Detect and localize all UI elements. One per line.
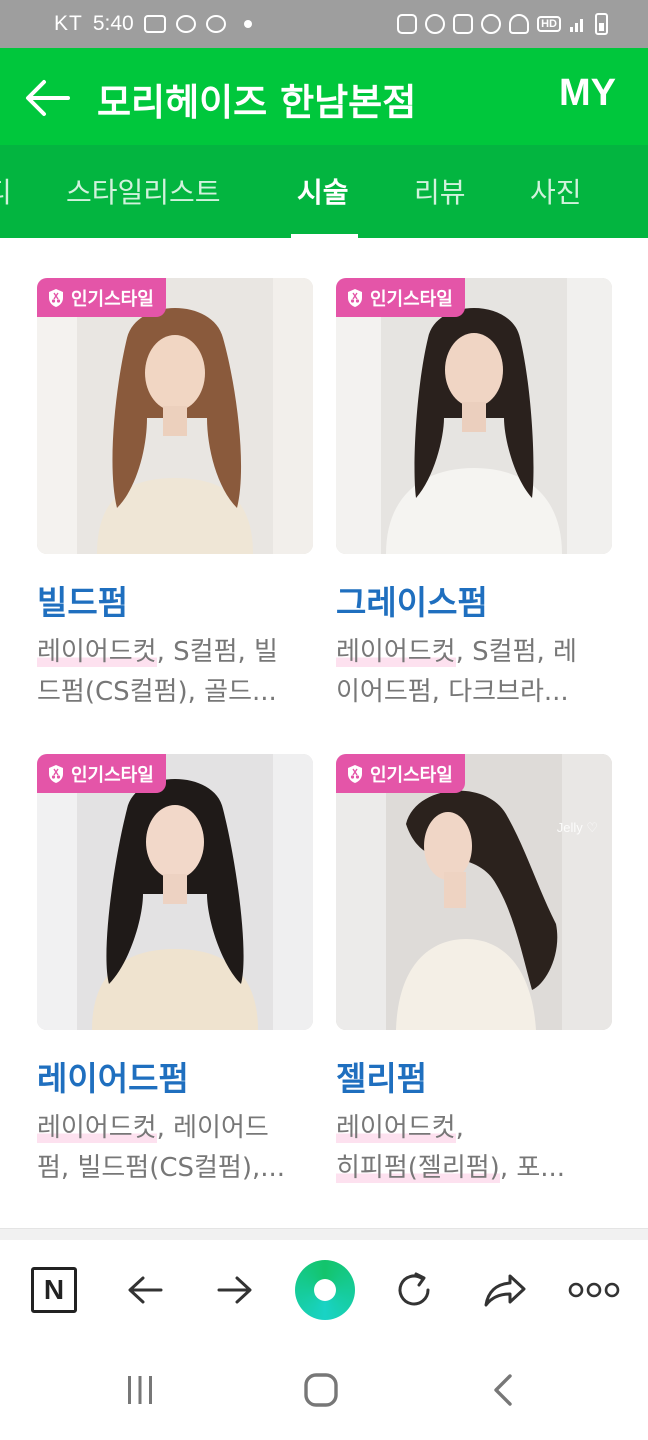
tag-text: 이어드펌, 다크브라... <box>336 677 569 707</box>
badge-label: 인기스타일 <box>71 288 154 310</box>
arrow-left-icon <box>26 80 70 116</box>
highlighted-tag: 레이어드컷 <box>37 1113 157 1143</box>
wifi-icon <box>509 14 530 34</box>
style-photo-illustration <box>336 754 612 1030</box>
scissors-shield-icon <box>49 764 63 783</box>
tag-text: 펌, 빌드펌(CS컬펌),... <box>37 1153 286 1183</box>
tag-text: , 레이어드 <box>156 1113 269 1143</box>
recent-apps-button[interactable] <box>120 1370 160 1410</box>
tag-text: 드펌(CS컬펌), 골드... <box>37 677 277 707</box>
arrow-right-icon <box>217 1276 252 1304</box>
style-photo-illustration <box>37 278 313 554</box>
section-divider <box>0 1228 648 1240</box>
browser-back-button[interactable] <box>117 1262 173 1318</box>
style-title[interactable]: 레이어드펌 <box>37 1052 313 1100</box>
style-photo-illustration <box>336 278 612 554</box>
talk-notification-icon <box>175 15 196 33</box>
status-bar: KT 5:40 HD <box>0 0 648 48</box>
tab-partial[interactable]: 디 <box>0 171 12 211</box>
home-icon <box>304 1373 338 1407</box>
style-title[interactable]: 젤리펌 <box>336 1052 612 1100</box>
badge-label: 인기스타일 <box>71 764 154 786</box>
battery-icon <box>595 13 608 35</box>
arrow-left-icon <box>128 1276 163 1304</box>
page-title: 모리헤이즈 한남본점 <box>97 81 417 124</box>
style-tags: 레이어드컷, S컬펌, 빌 드펌(CS컬펌), 골드... <box>37 632 313 712</box>
hd-voice-icon: HD <box>537 16 561 32</box>
green-dot-button[interactable] <box>294 1259 356 1321</box>
style-card[interactable]: 인기스타일 Jelly ♡ 젤리펌 레이어드컷, 히피펌(젤리펌), 포... <box>336 754 612 1188</box>
cup-notification-icon <box>205 15 226 33</box>
style-photo[interactable]: 인기스타일 <box>336 278 612 554</box>
my-button[interactable]: MY <box>559 72 616 115</box>
style-title[interactable]: 그레이스펌 <box>336 576 612 624</box>
naver-home-button[interactable]: N <box>26 1262 82 1318</box>
popular-style-badge: 인기스타일 <box>37 278 166 317</box>
popular-style-badge: 인기스타일 <box>37 754 166 793</box>
scissors-shield-icon <box>348 764 362 783</box>
recent-apps-icon <box>128 1376 152 1404</box>
mute-icon <box>453 14 474 34</box>
tag-text: , 포... <box>499 1153 566 1183</box>
style-title[interactable]: 빌드펌 <box>37 576 313 624</box>
scissors-shield-icon <box>49 288 63 307</box>
signal-icon <box>570 19 583 32</box>
photo-watermark: Jelly ♡ <box>556 820 598 835</box>
tag-text: , S컬펌, 빌 <box>156 637 278 667</box>
highlighted-tag: 레이어드컷 <box>336 1113 456 1143</box>
share-button[interactable] <box>477 1262 533 1318</box>
browser-forward-button[interactable] <box>207 1262 263 1318</box>
browser-toolbar: N <box>0 1240 648 1340</box>
home-button[interactable] <box>301 1370 341 1410</box>
tab-bar: 디 스타일리스트 시술 리뷰 사진 <box>0 145 648 238</box>
badge-label: 인기스타일 <box>370 288 453 310</box>
clock: 5:40 <box>92 12 134 35</box>
status-bar-right: HD <box>397 0 608 48</box>
gallery-notification-icon <box>143 15 166 33</box>
green-orb-icon <box>295 1260 355 1320</box>
refresh-button[interactable] <box>386 1262 442 1318</box>
tag-text: , S컬펌, 레 <box>455 637 577 667</box>
naver-n-icon: N <box>31 1267 77 1313</box>
scissors-shield-icon <box>348 288 362 307</box>
style-photo[interactable]: 인기스타일 <box>37 754 313 1030</box>
system-back-button[interactable] <box>484 1370 524 1410</box>
alarm-icon <box>425 14 446 34</box>
back-button[interactable] <box>22 72 74 124</box>
style-card[interactable]: 인기스타일 빌드펌 레이어드컷, S컬펌, 빌 드펌(CS컬펌), 골드... <box>37 278 313 712</box>
more-dots-icon <box>568 1282 620 1298</box>
style-photo-illustration <box>37 754 313 1030</box>
tab-review[interactable]: 리뷰 <box>414 171 466 211</box>
app-header: 모리헤이즈 한남본점 MY <box>0 48 648 145</box>
popular-style-badge: 인기스타일 <box>336 278 465 317</box>
highlighted-tag: 레이어드컷 <box>37 637 157 667</box>
style-tags: 레이어드컷, 레이어드 펌, 빌드펌(CS컬펌),... <box>37 1108 313 1188</box>
highlighted-tag: 히피펌(젤리펌) <box>336 1153 500 1183</box>
tab-procedure[interactable]: 시술 <box>297 171 349 211</box>
style-photo[interactable]: 인기스타일 <box>37 278 313 554</box>
popular-style-badge: 인기스타일 <box>336 754 465 793</box>
tab-stylist[interactable]: 스타일리스트 <box>66 171 221 211</box>
tag-text: , <box>455 1113 464 1143</box>
recycle-icon <box>397 14 418 34</box>
badge-label: 인기스타일 <box>370 764 453 786</box>
style-tags: 레이어드컷, S컬펌, 레 이어드펌, 다크브라... <box>336 632 612 712</box>
style-tags: 레이어드컷, 히피펌(젤리펌), 포... <box>336 1108 612 1188</box>
refresh-icon <box>398 1272 430 1306</box>
more-button[interactable] <box>566 1262 622 1318</box>
style-card[interactable]: 인기스타일 레이어드펌 레이어드컷, 레이어드 펌, 빌드펌(CS컬펌),... <box>37 754 313 1188</box>
more-notifications-dot-icon <box>243 20 252 28</box>
style-photo[interactable]: 인기스타일 Jelly ♡ <box>336 754 612 1030</box>
carrier-label: KT <box>54 12 83 35</box>
back-chevron-icon <box>494 1374 512 1406</box>
hotspot-icon <box>481 14 502 34</box>
style-card[interactable]: 인기스타일 그레이스펌 레이어드컷, S컬펌, 레 이어드펌, 다크브라... <box>336 278 612 712</box>
status-bar-left: KT 5:40 <box>54 0 252 48</box>
system-nav-bar <box>0 1340 648 1440</box>
tab-photo[interactable]: 사진 <box>530 171 582 211</box>
share-icon <box>484 1274 526 1307</box>
highlighted-tag: 레이어드컷 <box>336 637 456 667</box>
style-grid: 인기스타일 빌드펌 레이어드컷, S컬펌, 빌 드펌(CS컬펌), 골드... <box>0 238 648 1228</box>
